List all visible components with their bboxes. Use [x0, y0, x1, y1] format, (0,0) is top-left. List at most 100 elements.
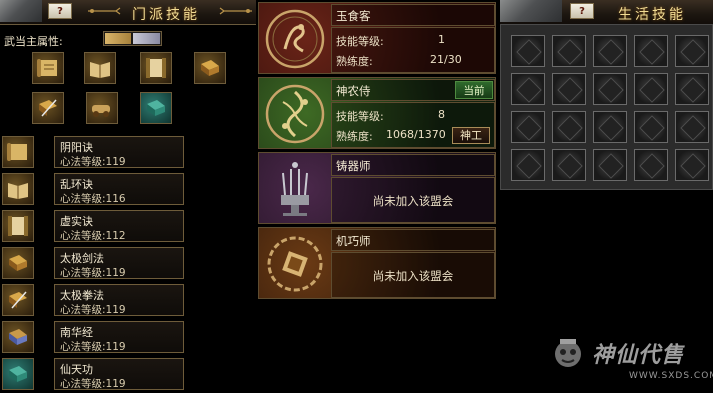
- guild-card-smith[interactable]: 铸器师 尚未加入该盟会: [258, 152, 496, 224]
- guild-card-chef[interactable]: 玉食客 技能等级: 1 熟练度: 21/30: [258, 2, 496, 74]
- skill-level: 心法等级:119: [60, 156, 126, 168]
- artisan-emblem-icon: [267, 236, 323, 292]
- list-item[interactable]: 阴阳诀 心法等级:119: [54, 136, 184, 168]
- open-book-icon[interactable]: [84, 52, 116, 84]
- attribute-indicator: [103, 31, 162, 46]
- skill-slot[interactable]: [634, 111, 668, 143]
- skill-slot[interactable]: [552, 73, 586, 105]
- guild-stats: 技能等级: 8 熟练度: 1068/1370 神工: [331, 102, 495, 148]
- mascot-logo-icon: [555, 339, 581, 367]
- skill-slot[interactable]: [675, 149, 709, 181]
- skill-slot[interactable]: [593, 35, 627, 67]
- open-book-icon[interactable]: [2, 173, 34, 205]
- golden-book-icon[interactable]: [2, 247, 34, 279]
- list-item[interactable]: 仙天功 心法等级:119: [54, 358, 184, 390]
- skill-name: 太极拳法: [60, 289, 104, 302]
- proficiency-label: 熟练度:: [336, 55, 373, 68]
- skill-name: 虚实诀: [60, 215, 93, 228]
- scroll-book-icon[interactable]: [32, 52, 64, 84]
- list-item[interactable]: 太极剑法 心法等级:119: [54, 247, 184, 279]
- guild-card-artisan[interactable]: 机巧师 尚未加入该盟会: [258, 227, 496, 299]
- chef-emblem-icon: [265, 9, 325, 69]
- skill-level: 心法等级:119: [60, 304, 126, 316]
- skill-level: 心法等级:119: [60, 341, 126, 353]
- skill-slot[interactable]: [593, 111, 627, 143]
- skill-slot[interactable]: [511, 111, 545, 143]
- skill-slot[interactable]: [634, 73, 668, 105]
- left-ornament-icon: [88, 7, 121, 15]
- right-ornament-icon: [219, 7, 252, 15]
- skill-slot[interactable]: [675, 73, 709, 105]
- not-joined-text: 尚未加入该盟会: [372, 194, 454, 208]
- list-item[interactable]: 虚实诀 心法等级:112: [54, 210, 184, 242]
- golden-book-icon[interactable]: [194, 52, 226, 84]
- stone-ornament: [0, 0, 42, 22]
- help-button[interactable]: ?: [48, 3, 72, 19]
- guild-stats: 技能等级: 1 熟练度: 21/30: [331, 27, 495, 73]
- guild-name: 玉食客: [336, 9, 371, 23]
- attribute-fill-silver: [133, 33, 160, 44]
- skill-slot[interactable]: [675, 111, 709, 143]
- list-item[interactable]: 乱环诀 心法等级:116: [54, 173, 184, 205]
- proficiency-value: 21/30: [430, 53, 462, 66]
- current-badge: 当前: [455, 81, 493, 99]
- skill-level: 心法等级:116: [60, 193, 126, 205]
- jade-book-icon[interactable]: [2, 358, 34, 390]
- skill-slot[interactable]: [593, 149, 627, 181]
- skill-slot[interactable]: [675, 35, 709, 67]
- guild-status-box: 尚未加入该盟会: [331, 252, 495, 298]
- crystal-book-icon[interactable]: [2, 321, 34, 353]
- proficiency-label: 熟练度:: [336, 130, 373, 143]
- skill-name: 仙天功: [60, 363, 93, 376]
- skill-level-label: 技能等级:: [336, 110, 384, 123]
- skill-name: 乱环诀: [60, 178, 93, 191]
- skill-slot[interactable]: [552, 149, 586, 181]
- smith-emblem-icon: [281, 162, 309, 216]
- cannon-scroll-icon[interactable]: [86, 92, 118, 124]
- skill-slot[interactable]: [552, 35, 586, 67]
- skill-slot[interactable]: [552, 111, 586, 143]
- skill-name: 太极剑法: [60, 252, 104, 265]
- help-button[interactable]: ?: [570, 3, 594, 19]
- sword-book-icon[interactable]: [2, 284, 34, 316]
- not-joined-text: 尚未加入该盟会: [372, 269, 454, 283]
- attribute-fill-gold: [105, 33, 131, 44]
- guild-name: 机巧师: [336, 234, 371, 248]
- herbalist-emblem-icon: [265, 84, 325, 144]
- skill-level-value: 1: [438, 33, 445, 46]
- guild-name-row: 机巧师: [331, 229, 495, 251]
- skill-level: 心法等级:119: [60, 378, 126, 390]
- skill-level: 心法等级:119: [60, 267, 126, 279]
- guild-card-herbalist[interactable]: 神农侍 当前 技能等级: 8 熟练度: 1068/1370 神工: [258, 77, 496, 149]
- skill-slot[interactable]: [511, 149, 545, 181]
- guild-name: 铸器师: [336, 159, 371, 173]
- skill-slot[interactable]: [593, 73, 627, 105]
- skill-name: 阴阳诀: [60, 141, 93, 154]
- skill-name: 南华经: [60, 326, 93, 339]
- sect-skills-header: ? 门派技能: [0, 0, 256, 25]
- proficiency-value: 1068/1370: [386, 128, 446, 141]
- watermark-url: WWW.SXDS.COM: [629, 371, 713, 381]
- scroll-pillars-icon[interactable]: [140, 52, 172, 84]
- divine-craft-button[interactable]: 神工: [452, 127, 490, 144]
- guild-name-row: 神农侍 当前: [331, 79, 495, 101]
- guild-name-row: 玉食客: [331, 4, 495, 26]
- sword-book-icon[interactable]: [32, 92, 64, 124]
- jade-book-icon[interactable]: [140, 92, 172, 124]
- guild-name: 神农侍: [336, 84, 371, 98]
- skill-slot[interactable]: [511, 73, 545, 105]
- skill-level-value: 8: [438, 108, 445, 121]
- scroll-book-icon[interactable]: [2, 136, 34, 168]
- list-item[interactable]: 太极拳法 心法等级:119: [54, 284, 184, 316]
- skill-slot[interactable]: [511, 35, 545, 67]
- list-item[interactable]: 南华经 心法等级:119: [54, 321, 184, 353]
- life-skill-grid: [500, 24, 713, 190]
- watermark-text: 神仙代售: [592, 343, 685, 368]
- skill-slot[interactable]: [634, 35, 668, 67]
- life-skills-header: ? 生活技能: [500, 0, 713, 25]
- skill-slot[interactable]: [634, 149, 668, 181]
- guild-status-box: 尚未加入该盟会: [331, 177, 495, 223]
- scroll-pillars-icon[interactable]: [2, 210, 34, 242]
- guild-name-row: 铸器师: [331, 154, 495, 176]
- stone-ornament: [500, 0, 562, 22]
